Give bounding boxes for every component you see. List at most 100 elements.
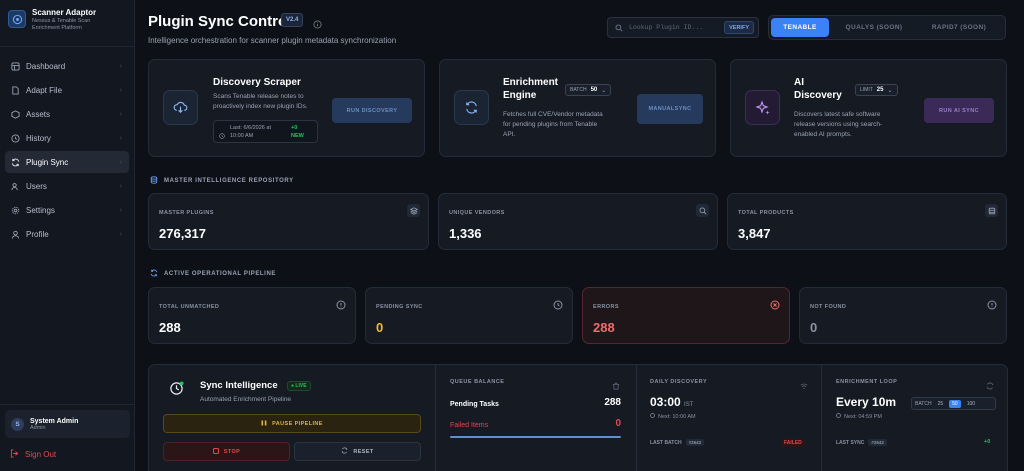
clock-icon (219, 126, 225, 144)
stat-value: 0 (376, 320, 384, 335)
cloud-download-icon (163, 90, 198, 125)
daily-next: Next: 10:00 AM (650, 413, 696, 420)
brand-subtitle: Nessus & Tenable Scan Enrichment Platform (32, 18, 91, 31)
version-badge: V2.4 (281, 13, 304, 27)
loop-interval: Every 10m (836, 395, 897, 409)
manual-sync-button[interactable]: MANUAL SYNC (637, 94, 703, 124)
sign-out-label: Sign Out (25, 450, 57, 459)
queue-heading: QUEUE BALANCE (450, 379, 505, 385)
sidebar-item-label: Plugin Sync (26, 157, 69, 167)
chevron-right-icon: › (119, 206, 122, 214)
stat-label: MASTER PLUGINS (159, 210, 214, 216)
ai-discovery-card: AI Discovery LIMIT 25 ⌄ Discovers latest sa… (730, 59, 1007, 157)
sidebar-item-history[interactable]: History › (5, 127, 129, 149)
users-icon (11, 182, 20, 191)
stat-value: 0 (810, 320, 818, 335)
layers-icon (407, 204, 420, 217)
database-icon (985, 204, 998, 217)
batch-option-25[interactable]: 25 (935, 400, 947, 408)
sync-delta: +0 (984, 439, 991, 445)
page-subtitle: Intelligence orchestration for scanner p… (148, 36, 397, 45)
chevron-right-icon: › (119, 134, 122, 142)
trash-icon[interactable] (612, 377, 620, 395)
total-products-stat: TOTAL PRODUCTS 3,847 (727, 193, 1007, 250)
clock-icon (836, 413, 841, 420)
divider (0, 404, 135, 405)
sidebar-item-settings[interactable]: Settings › (5, 199, 129, 221)
sidebar-item-label: Settings (26, 205, 55, 215)
loop-next: Next: 04:59 PM (836, 413, 882, 420)
user-role: Admin (30, 424, 46, 431)
refresh-icon (454, 90, 489, 125)
last-run-box: Last: 6/6/2026 at 10:00 AM +0 NEW (213, 120, 318, 143)
pending-tasks-value: 288 (604, 397, 621, 408)
stat-value: 3,847 (738, 226, 771, 241)
scanner-tabs: TENABLE QUALYS (SOON) RAPID7 (SOON) (768, 15, 1006, 40)
sync-title: Sync Intelligence (200, 380, 278, 391)
card-description: Scans Tenable release notes to proactivel… (213, 93, 308, 110)
pending-tasks-label: Pending Tasks (450, 401, 499, 408)
clock-icon (169, 381, 184, 401)
sidebar-item-adapt-file[interactable]: Adapt File › (5, 79, 129, 101)
brand-logo-icon (8, 10, 26, 28)
tab-qualys[interactable]: QUALYS (SOON) (833, 18, 915, 37)
verify-button[interactable]: VERIFY (724, 21, 754, 34)
sync-icon (150, 269, 158, 279)
sidebar-item-label: Users (26, 181, 47, 191)
sign-out-button[interactable]: Sign Out (10, 449, 56, 460)
run-discovery-button[interactable]: RUN DISCOVERY (332, 98, 412, 123)
dashboard-icon (11, 61, 20, 71)
chevron-right-icon: › (119, 110, 122, 118)
new-count: +0 NEW (291, 125, 304, 139)
sidebar-nav: Dashboard › Adapt File › Assets › History › … (0, 47, 134, 245)
file-icon (11, 85, 20, 95)
refresh-icon (341, 447, 348, 456)
last-batch: LAST BATCH #2643 (650, 439, 705, 446)
pause-icon (261, 420, 267, 428)
refresh-icon[interactable] (986, 377, 994, 395)
plugin-id-input[interactable] (629, 24, 719, 31)
stat-label: TOTAL UNMATCHED (159, 304, 220, 310)
total-unmatched-stat: TOTAL UNMATCHED 288 (148, 287, 356, 344)
info-icon[interactable] (313, 16, 322, 34)
sidebar-item-assets[interactable]: Assets › (5, 103, 129, 125)
sidebar: Scanner Adaptor Nessus & Tenable Scan Enr… (0, 0, 135, 471)
sidebar-item-label: Adapt File (26, 85, 63, 95)
tab-rapid7[interactable]: RAPID7 (SOON) (919, 18, 999, 37)
stat-value: 288 (159, 320, 181, 335)
sidebar-item-label: Profile (26, 229, 49, 239)
sidebar-item-label: History (26, 133, 51, 143)
chevron-right-icon: › (119, 62, 122, 70)
limit-select[interactable]: LIMIT 25 ⌄ (855, 84, 898, 96)
wifi-icon (800, 377, 808, 395)
card-title: Enrichment Engine (503, 77, 559, 101)
stat-label: NOT FOUND (810, 304, 847, 310)
card-description: Discovers latest safe software release ve… (794, 111, 883, 138)
batch-option-100[interactable]: 100 (964, 400, 978, 408)
stop-icon (212, 447, 219, 456)
tab-tenable[interactable]: TENABLE (771, 18, 829, 37)
stop-button[interactable]: STOP (163, 442, 290, 461)
batch-option-50[interactable]: 50 (949, 399, 961, 408)
queue-progress-track (450, 436, 621, 438)
divider (821, 365, 822, 471)
last-run-text: Last: 6/6/2026 at 10:00 AM (230, 125, 271, 139)
stat-value: 276,317 (159, 226, 206, 241)
sidebar-item-profile[interactable]: Profile › (5, 223, 129, 245)
repository-heading: MASTER INTELLIGENCE REPOSITORY (150, 176, 294, 186)
plugin-search: VERIFY (607, 17, 759, 38)
sidebar-item-plugin-sync[interactable]: Plugin Sync › (5, 151, 129, 173)
reset-button[interactable]: RESET (294, 442, 421, 461)
user-card[interactable]: S System Admin Admin (5, 410, 130, 438)
daily-time: 03:00 IST (650, 395, 694, 409)
run-ai-sync-button[interactable]: RUN AI SYNC (924, 98, 994, 123)
sidebar-item-dashboard[interactable]: Dashboard › (5, 55, 129, 77)
stat-label: ERRORS (593, 304, 619, 310)
stat-label: TOTAL PRODUCTS (738, 210, 794, 216)
batch-size-select[interactable]: BATCH 50 ⌄ (565, 84, 612, 96)
pause-pipeline-button[interactable]: PAUSE PIPELINE (163, 414, 421, 433)
chevron-down-icon: ⌄ (887, 87, 893, 94)
sidebar-item-users[interactable]: Users › (5, 175, 129, 197)
gear-icon (11, 206, 20, 215)
daily-discovery-heading: DAILY DISCOVERY (650, 379, 708, 385)
